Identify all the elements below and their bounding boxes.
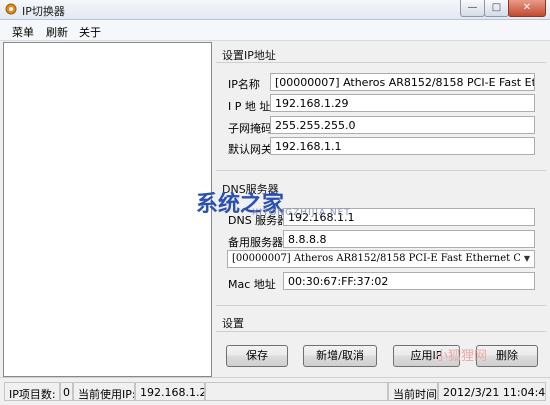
minimize-button[interactable]: — — [460, 0, 485, 17]
mac-field[interactable]: 00:30:67:FF:37:02 — [283, 272, 535, 290]
status-spacer — [205, 382, 388, 401]
watermark-logo-sub: XITONGZHIJIA.NET — [252, 208, 351, 218]
ip-count-label: IP项目数: — [4, 382, 60, 401]
alt-dns-label: 备用服务器 — [228, 236, 283, 249]
ip-address-field[interactable]: 192.168.1.29 — [270, 94, 535, 112]
ip-section-title: 设置IP地址 — [222, 49, 276, 62]
menu-item-menu[interactable]: 菜单 — [12, 24, 34, 40]
menu-item-about[interactable]: 关于 — [79, 24, 101, 40]
alt-dns-field[interactable]: 8.8.8.8 — [283, 230, 535, 248]
maximize-button[interactable]: □ — [484, 0, 509, 17]
menu-bar: 菜单 刷新 关于 — [0, 20, 550, 41]
gateway-field[interactable]: 192.168.1.1 — [270, 137, 535, 155]
divider — [216, 331, 546, 332]
adapter-select[interactable]: [00000007] Atheros AR8152/8158 PCI-E Fas… — [227, 250, 535, 268]
close-button[interactable]: ✕ — [508, 0, 546, 17]
divider — [216, 62, 546, 63]
current-time-value: 2012/3/21 11:04:46 — [438, 382, 546, 401]
current-ip-label: 当前使用IP: — [73, 382, 135, 401]
chevron-down-icon[interactable]: ▼ — [520, 251, 534, 267]
status-bar: IP项目数: 0 当前使用IP: 192.168.1.29 当前时间: 2012… — [0, 377, 550, 405]
ip-count-value: 0 — [60, 382, 73, 401]
current-ip-value: 192.168.1.29 — [135, 382, 205, 401]
menu-item-refresh[interactable]: 刷新 — [46, 24, 68, 40]
ip-name-field[interactable]: [00000007] Atheros AR8152/8158 PCI-E Fas… — [270, 73, 535, 91]
save-button[interactable]: 保存 — [226, 345, 288, 367]
current-time-label: 当前时间: — [388, 382, 438, 401]
window-title: IP切换器 — [22, 5, 65, 18]
gear-icon — [5, 3, 17, 15]
ip-name-label: IP名称 — [228, 78, 260, 91]
ip-address-label: I P 地 址 — [228, 100, 271, 113]
divider — [216, 170, 546, 171]
subnet-mask-field[interactable]: 255.255.255.0 — [270, 116, 535, 134]
adapter-select-value: [00000007] Atheros AR8152/8158 PCI-E Fas… — [232, 253, 535, 264]
settings-section-title: 设置 — [222, 317, 244, 330]
ip-list[interactable] — [3, 42, 212, 377]
subnet-mask-label: 子网掩码 — [228, 122, 272, 135]
title-bar: IP切换器 — □ ✕ — [0, 0, 550, 20]
watermark-fox: 小狐狸网 — [435, 349, 488, 364]
mac-label: Mac 地址 — [228, 278, 276, 291]
divider — [216, 305, 546, 306]
gateway-label: 默认网关 — [228, 143, 272, 156]
add-cancel-button[interactable]: 新增/取消 — [303, 345, 377, 367]
